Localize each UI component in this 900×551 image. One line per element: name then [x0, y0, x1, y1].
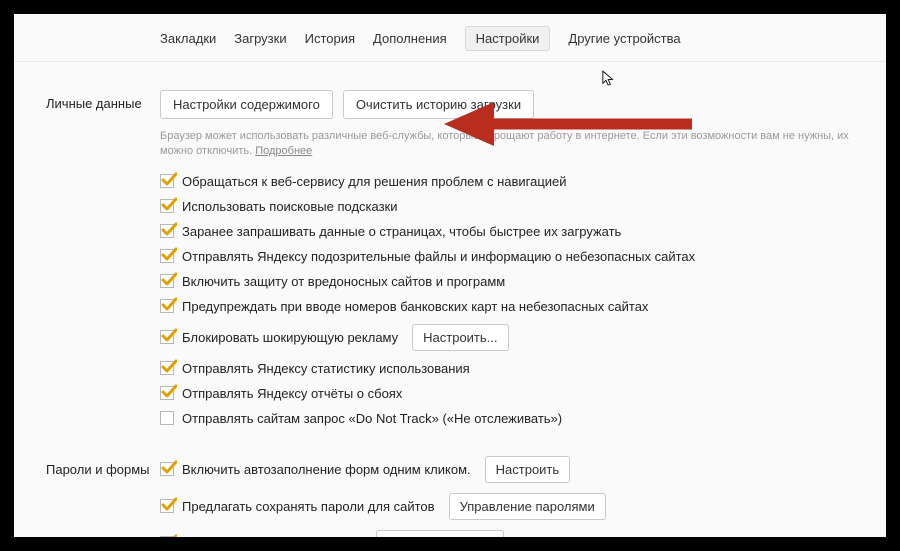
- personal-label: Отправлять Яндексу статистику использова…: [182, 361, 470, 376]
- web-services-hint: Браузер может использовать различные веб…: [160, 129, 856, 160]
- personal-label: Обращаться к веб-сервису для решения про…: [182, 174, 567, 189]
- personal-row: Отправлять сайтам запрос «Do Not Track» …: [160, 411, 856, 426]
- passwords-checkbox[interactable]: [160, 536, 174, 537]
- tab-history[interactable]: История: [305, 31, 355, 46]
- hint-more-link[interactable]: Подробнее: [255, 145, 312, 157]
- passwords-checkbox[interactable]: [160, 499, 174, 513]
- passwords-row: Включить автозаполнение форм одним клико…: [160, 456, 856, 483]
- passwords-checkbox[interactable]: [160, 462, 174, 476]
- personal-label: Отправлять Яндексу отчёты о сбоях: [182, 386, 402, 401]
- personal-row: Заранее запрашивать данные о страницах, …: [160, 224, 856, 239]
- section-title-personal: Личные данные: [14, 90, 160, 436]
- personal-label: Предупреждать при вводе номеров банковск…: [182, 299, 648, 314]
- personal-row: Использовать поисковые подсказки: [160, 199, 856, 214]
- section-passwords-forms: Пароли и формы Включить автозаполнение ф…: [14, 436, 886, 537]
- tab-other-devices[interactable]: Другие устройства: [568, 31, 680, 46]
- personal-label: Включить защиту от вредоносных сайтов и …: [182, 274, 505, 289]
- personal-label: Блокировать шокирующую рекламу: [182, 330, 398, 345]
- passwords-row: Предлагать сохранять пароли для сайтов Уп…: [160, 493, 856, 520]
- personal-checkbox[interactable]: [160, 249, 174, 263]
- personal-row: Обращаться к веб-сервису для решения про…: [160, 174, 856, 189]
- personal-checkbox[interactable]: [160, 411, 174, 425]
- passwords-label: Включить защиту от фишинга: [182, 536, 362, 537]
- personal-row: Отправлять Яндексу статистику использова…: [160, 361, 856, 376]
- clear-download-history-button[interactable]: Очистить историю загрузки: [343, 90, 534, 119]
- personal-row: Блокировать шокирующую рекламу Настроить.…: [160, 324, 856, 351]
- passwords-inline-button[interactable]: Управление паролями: [449, 493, 606, 520]
- personal-label: Отправлять сайтам запрос «Do Not Track» …: [182, 411, 562, 426]
- personal-checkbox[interactable]: [160, 174, 174, 188]
- personal-checkbox[interactable]: [160, 274, 174, 288]
- section-title-passwords: Пароли и формы: [14, 456, 160, 537]
- tab-bookmarks[interactable]: Закладки: [160, 31, 216, 46]
- tab-downloads[interactable]: Загрузки: [234, 31, 286, 46]
- settings-window: Закладки Загрузки История Дополнения Нас…: [14, 14, 886, 537]
- personal-label: Заранее запрашивать данные о страницах, …: [182, 224, 621, 239]
- passwords-label: Предлагать сохранять пароли для сайтов: [182, 499, 435, 514]
- personal-label: Отправлять Яндексу подозрительные файлы …: [182, 249, 695, 264]
- personal-checkbox[interactable]: [160, 330, 174, 344]
- content-settings-button[interactable]: Настройки содержимого: [160, 90, 333, 119]
- passwords-inline-button[interactable]: Настроить: [485, 456, 571, 483]
- passwords-row: Включить защиту от фишинга Очистить данны…: [160, 530, 856, 537]
- passwords-label: Включить автозаполнение форм одним клико…: [182, 462, 471, 477]
- tab-addons[interactable]: Дополнения: [373, 31, 447, 46]
- section-personal-data: Личные данные Настройки содержимого Очис…: [14, 62, 886, 436]
- personal-checkbox[interactable]: [160, 386, 174, 400]
- passwords-inline-button[interactable]: Очистить данные: [376, 530, 504, 537]
- tabs-bar: Закладки Загрузки История Дополнения Нас…: [14, 14, 886, 62]
- personal-row: Включить защиту от вредоносных сайтов и …: [160, 274, 856, 289]
- personal-checkbox[interactable]: [160, 224, 174, 238]
- personal-checkbox[interactable]: [160, 199, 174, 213]
- personal-row: Предупреждать при вводе номеров банковск…: [160, 299, 856, 314]
- personal-row: Отправлять Яндексу подозрительные файлы …: [160, 249, 856, 264]
- personal-checkbox[interactable]: [160, 361, 174, 375]
- personal-inline-button[interactable]: Настроить...: [412, 324, 508, 351]
- tab-settings[interactable]: Настройки: [465, 26, 551, 51]
- personal-row: Отправлять Яндексу отчёты о сбоях: [160, 386, 856, 401]
- personal-label: Использовать поисковые подсказки: [182, 199, 398, 214]
- personal-checkbox[interactable]: [160, 299, 174, 313]
